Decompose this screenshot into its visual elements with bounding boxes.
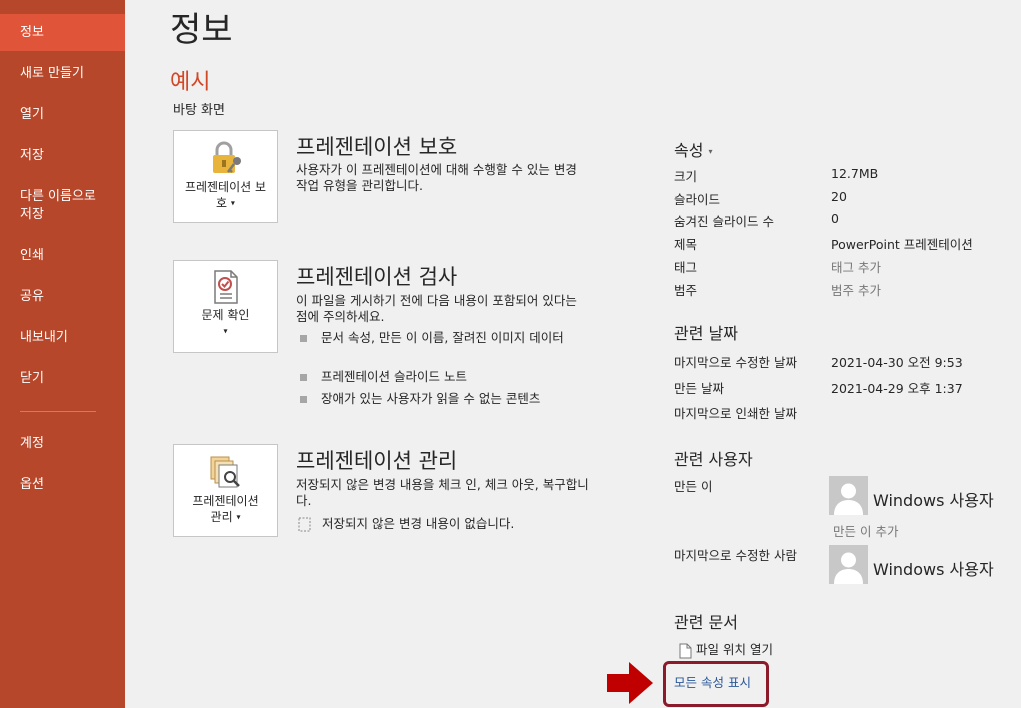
property-value: 0	[831, 211, 839, 226]
nav-close[interactable]: 닫기	[0, 370, 125, 388]
inspect-bullet-item: 프레젠테이션 슬라이드 노트	[300, 369, 583, 385]
add-category-field[interactable]: 범주 추가	[831, 280, 881, 299]
property-value: 12.7MB	[831, 166, 879, 181]
document-location: 바탕 화면	[173, 103, 225, 118]
manage-note: 저장되지 않은 변경 내용이 없습니다.	[298, 516, 514, 532]
add-tag-field[interactable]: 태그 추가	[831, 257, 881, 276]
property-label: 범주	[674, 283, 698, 298]
date-label: 마지막으로 인쇄한 날짜	[674, 406, 797, 421]
protect-presentation-button[interactable]: 프레젠테이션 보호 ▾	[173, 130, 278, 223]
nav-print[interactable]: 인쇄	[0, 247, 125, 265]
inspect-description: 이 파일을 게시하기 전에 다음 내용이 포함되어 있다는 점에 주의하세요.	[296, 293, 577, 324]
protect-description: 사용자가 이 프레젠테이션에 대해 수행할 수 있는 변경 작업 유형을 관리합…	[296, 162, 577, 193]
property-value: 20	[831, 189, 847, 204]
inspect-title: 프레젠테이션 검사	[296, 265, 458, 289]
property-label: 숨겨진 슬라이드 수	[674, 214, 774, 229]
nav-export[interactable]: 내보내기	[0, 329, 125, 347]
page-title: 정보	[170, 10, 233, 50]
related-people-header: 관련 사용자	[674, 450, 753, 469]
inspect-bullet-item: 문서 속성, 만든 이 이름, 잘려진 이미지 데이터	[300, 330, 583, 346]
nav-share[interactable]: 공유	[0, 288, 125, 306]
date-value: 2021-04-29 오후 1:37	[831, 381, 963, 396]
author-name[interactable]: Windows 사용자	[873, 487, 994, 511]
nav-new[interactable]: 새로 만들기	[0, 65, 125, 83]
modified-by-name[interactable]: Windows 사용자	[873, 556, 994, 580]
date-label: 마지막으로 수정한 날짜	[674, 355, 797, 370]
properties-header[interactable]: 속성 ▾	[674, 137, 713, 161]
related-dates-header: 관련 날짜	[674, 324, 738, 343]
protect-tile-label: 프레젠테이션 보호 ▾	[184, 180, 267, 210]
annotation-arrow-icon	[607, 662, 653, 704]
date-label: 만든 날짜	[674, 381, 724, 396]
person-icon	[834, 483, 863, 515]
manage-description: 저장되지 않은 변경 내용을 체크 인, 체크 아웃, 복구합니다.	[296, 477, 589, 508]
property-label: 슬라이드	[674, 192, 721, 207]
lock-key-icon	[212, 141, 241, 173]
nav-open[interactable]: 열기	[0, 106, 125, 124]
document-dotted-icon	[298, 517, 311, 532]
related-documents-header: 관련 문서	[674, 613, 738, 632]
manage-tile-label: 프레젠테이션 관리 ▾	[192, 494, 259, 524]
protect-title: 프레젠테이션 보호	[296, 135, 458, 159]
modified-by-label: 마지막으로 수정한 사람	[674, 548, 797, 563]
modified-by-avatar[interactable]	[829, 545, 868, 584]
nav-divider	[20, 411, 96, 412]
manage-versions-icon	[210, 456, 240, 488]
manage-title: 프레젠테이션 관리	[296, 449, 458, 473]
check-issues-button[interactable]: 문제 확인 ▾	[173, 260, 278, 353]
document-name: 예시	[170, 70, 211, 95]
nav-options[interactable]: 옵션	[0, 476, 125, 494]
nav-save-as[interactable]: 다른 이름으로 저장	[0, 188, 110, 224]
person-icon	[834, 552, 863, 584]
inspect-bullet-item: 장애가 있는 사용자가 읽을 수 없는 콘텐츠	[300, 391, 583, 407]
nav-save[interactable]: 저장	[0, 147, 125, 165]
checklist-icon	[213, 270, 238, 304]
author-avatar[interactable]	[829, 476, 868, 515]
nav-info[interactable]: 정보	[0, 14, 125, 51]
property-label: 크기	[674, 169, 698, 184]
author-label: 만든 이	[674, 479, 713, 494]
title-field[interactable]: PowerPoint 프레젠테이션	[831, 234, 973, 253]
show-all-properties-link[interactable]: 모든 속성 표시	[674, 672, 751, 691]
open-file-location-link[interactable]: 파일 위치 열기	[679, 639, 773, 659]
add-author-link[interactable]: 만든 이 추가	[833, 521, 898, 540]
check-issues-tile-label: 문제 확인 ▾	[201, 308, 250, 336]
nav-account[interactable]: 계정	[0, 435, 125, 453]
manage-presentation-button[interactable]: 프레젠테이션 관리 ▾	[173, 444, 278, 537]
property-label: 태그	[674, 260, 698, 275]
date-value: 2021-04-30 오전 9:53	[831, 355, 963, 370]
backstage-sidebar: 정보 새로 만들기 열기 저장 다른 이름으로 저장 인쇄 공유 내보내기 닫기…	[0, 0, 125, 708]
property-label: 제목	[674, 237, 698, 252]
document-icon	[679, 643, 692, 658]
